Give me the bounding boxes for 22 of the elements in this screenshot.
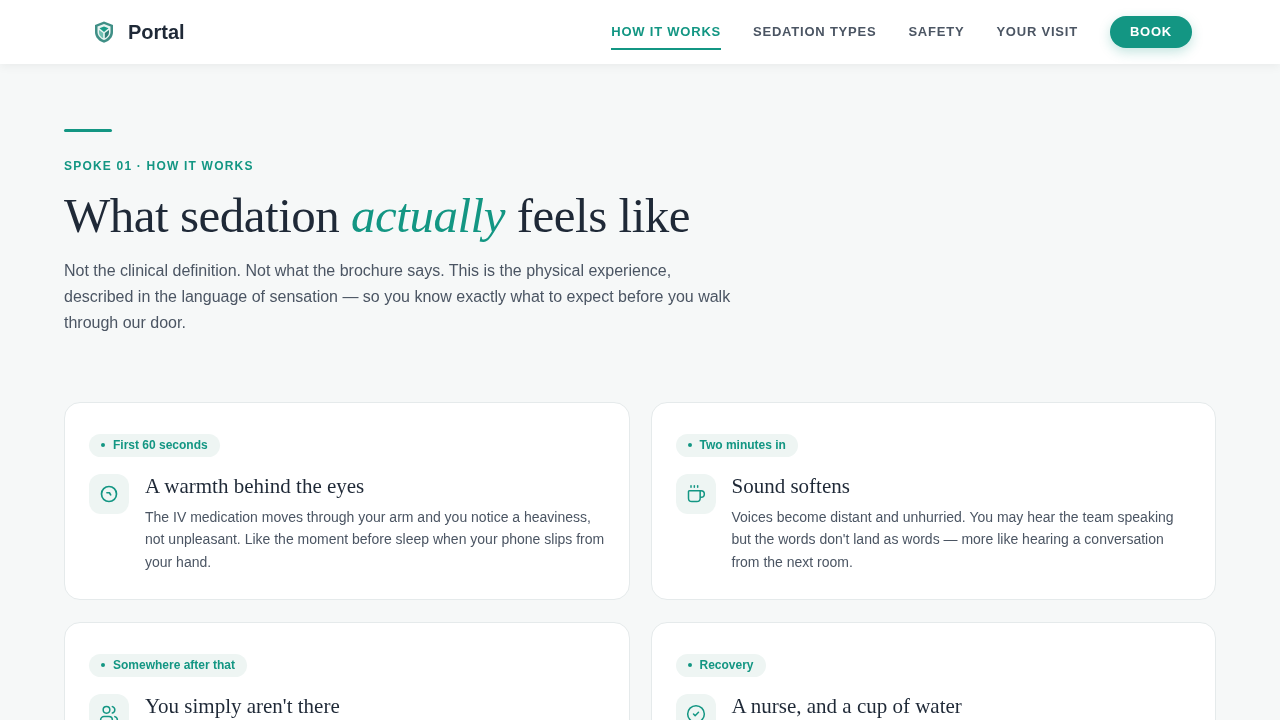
card-text: The IV medication moves through your arm and you notice a heaviness, not unpleasant. Like the moment before sleep when your phone slips from your hand.: [145, 507, 605, 572]
shield-logo-icon: [92, 20, 116, 44]
time-tag: Two minutes in: [675, 433, 798, 457]
book-button[interactable]: BOOK: [1109, 16, 1192, 48]
nav-link[interactable]: SEDATION TYPES: [753, 14, 877, 50]
nav-link[interactable]: HOW IT WORKS: [611, 14, 722, 50]
intro-paragraph: Not the clinical definition. Not what the brochure says. This is the physical experience, described in the language of sensation — so you know exactly what to expect before you walk through our door.: [64, 261, 732, 333]
time-tag: First 60 seconds: [89, 433, 220, 457]
card-title: You simply aren't there: [145, 694, 340, 718]
nav-link[interactable]: SAFETY: [908, 14, 965, 50]
time-tag: Recovery: [675, 653, 766, 677]
card-title: A nurse, and a cup of water: [731, 694, 962, 718]
time-tag: Somewhere after that: [89, 653, 248, 677]
card-title: A warmth behind the eyes: [145, 474, 365, 498]
gauge-icon: [89, 473, 129, 514]
cup-icon: [675, 473, 716, 514]
nav-link[interactable]: YOUR VISIT: [996, 14, 1078, 50]
brand-name: Portal: [128, 20, 185, 45]
page-heading: What sedation actually feels like: [64, 187, 691, 245]
section-eyebrow: SPOKE 01 · HOW IT WORKS: [64, 158, 254, 174]
card-text: Voices become distant and unhurried. You may hear the team speaking but the words don't land as words — more like hearing a conversation from the next room.: [731, 507, 1175, 572]
card-title: Sound softens: [731, 474, 850, 498]
